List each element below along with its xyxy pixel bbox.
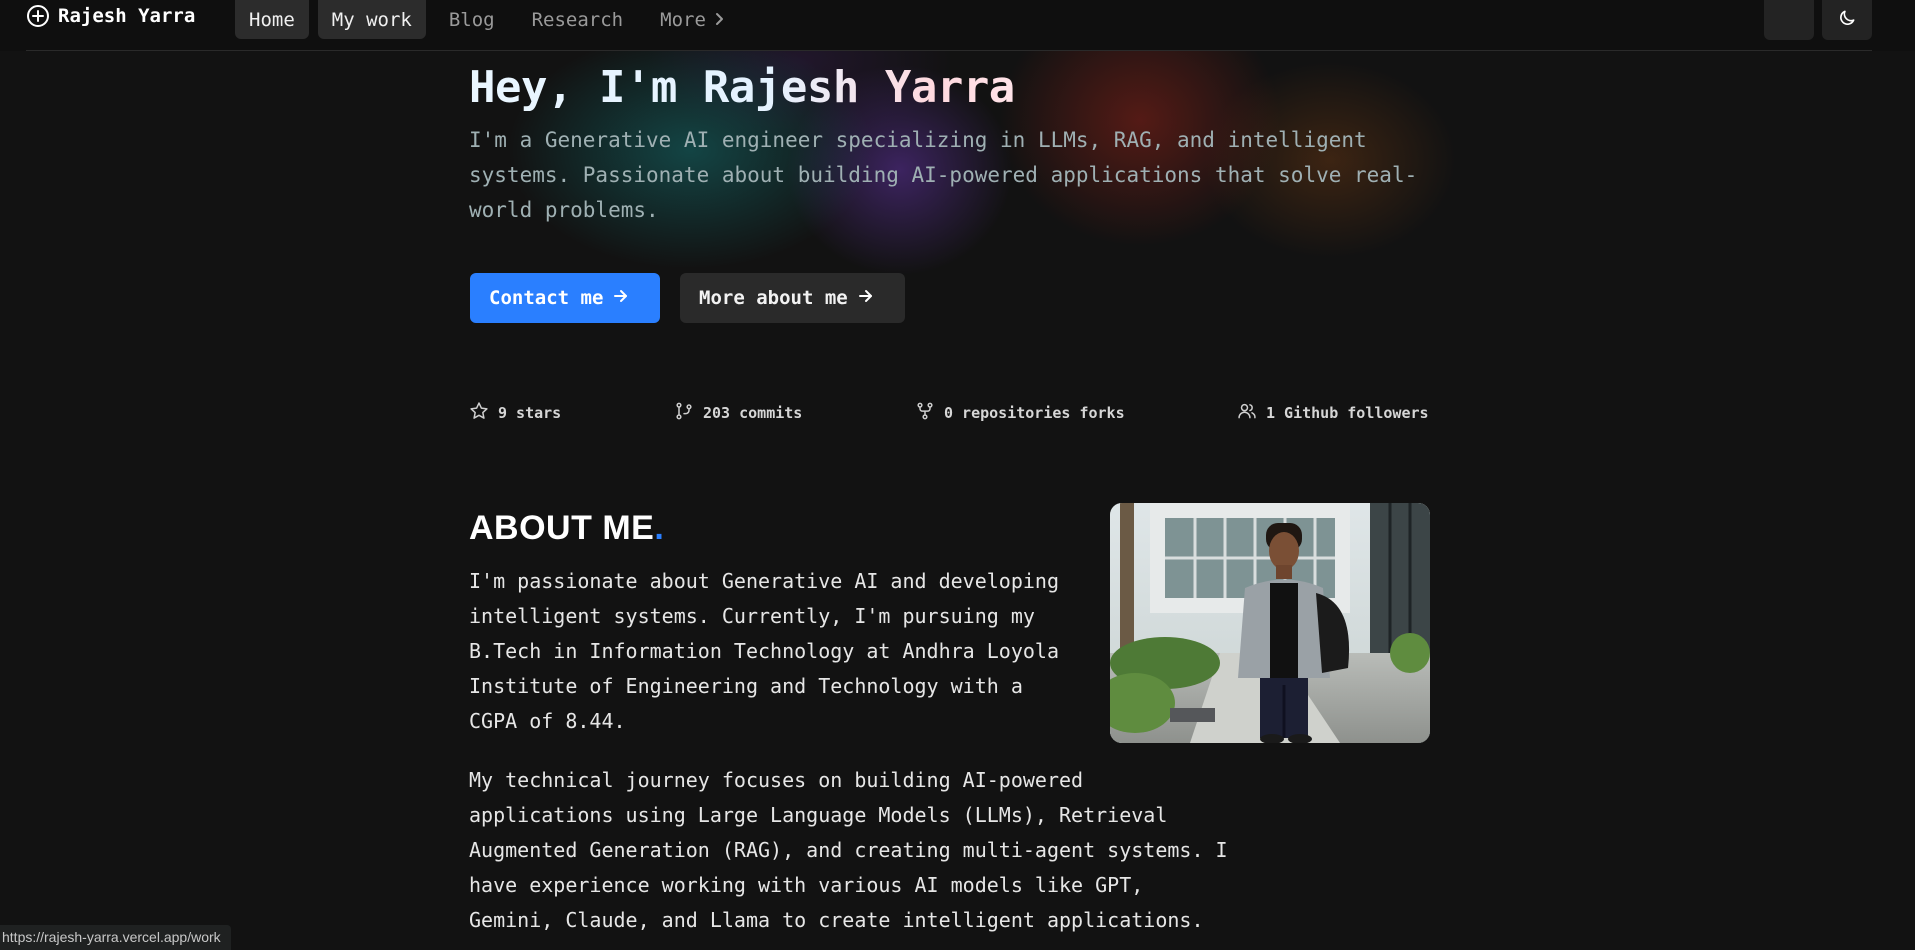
arrow-right-icon — [858, 287, 874, 309]
plus-circle-icon — [26, 4, 50, 28]
stat-stars-label: 9 stars — [498, 404, 562, 422]
stat-forks: 0 repositories forks — [915, 401, 1125, 425]
stat-stars: 9 stars — [469, 401, 561, 425]
brand-link[interactable]: Rajesh Yarra — [26, 3, 195, 29]
git-fork-icon — [915, 401, 935, 425]
nav-link-my-work-label: My work — [331, 8, 412, 31]
theme-toggle-button[interactable] — [1822, 0, 1872, 40]
about-title: ABOUT ME. — [469, 504, 664, 552]
nav-link-more-label: More — [660, 8, 706, 31]
brand-name: Rajesh Yarra — [58, 5, 196, 27]
github-stats: 9 stars 203 commits 0 repositories forks — [0, 401, 1915, 425]
hero-subtitle: I'm a Generative AI engineer specializin… — [469, 128, 1418, 222]
stat-followers-label: 1 Github followers — [1266, 404, 1429, 422]
about-title-dot: . — [654, 509, 665, 547]
nav-link-home[interactable]: Home — [235, 0, 309, 39]
contact-me-label: Contact me — [489, 287, 604, 309]
arrow-right-icon — [613, 287, 629, 309]
nav-action-button[interactable] — [1764, 0, 1814, 40]
more-about-me-label: More about me — [699, 287, 848, 309]
stat-commits: 203 commits — [674, 401, 802, 425]
about-paragraph-1: I'm passionate about Generative AI and d… — [469, 569, 1060, 733]
chevron-right-icon — [714, 9, 726, 31]
nav-link-home-label: Home — [249, 8, 295, 31]
top-navigation-bar: Rajesh Yarra Home My work Blog Research … — [0, 0, 1915, 51]
moon-icon — [1837, 8, 1857, 32]
stat-forks-label: 0 repositories forks — [944, 404, 1125, 422]
status-bar-url: https://rajesh-yarra.vercel.app/work — [0, 925, 231, 950]
star-icon — [469, 401, 489, 425]
nav-link-research[interactable]: Research — [518, 0, 638, 39]
nav-divider — [26, 50, 1872, 51]
profile-photo — [1110, 503, 1430, 743]
git-commit-icon — [674, 401, 694, 425]
about-paragraph-2: My technical journey focuses on building… — [469, 768, 1228, 932]
nav-links: Home My work Blog Research More — [235, 0, 740, 39]
nav-link-more[interactable]: More — [646, 0, 740, 39]
nav-link-blog-label: Blog — [448, 8, 495, 31]
hero-title: Hey, I'm Rajesh Yarra — [469, 60, 1015, 116]
nav-link-my-work[interactable]: My work — [317, 0, 426, 39]
contact-me-button[interactable]: Contact me — [470, 273, 660, 323]
stat-commits-label: 203 commits — [703, 404, 803, 422]
nav-link-blog[interactable]: Blog — [435, 0, 509, 39]
nav-link-research-label: Research — [531, 8, 624, 31]
stat-followers: 1 Github followers — [1237, 401, 1429, 425]
about-title-text: ABOUT ME — [469, 509, 655, 547]
more-about-me-button[interactable]: More about me — [680, 273, 905, 323]
users-icon — [1237, 401, 1257, 425]
